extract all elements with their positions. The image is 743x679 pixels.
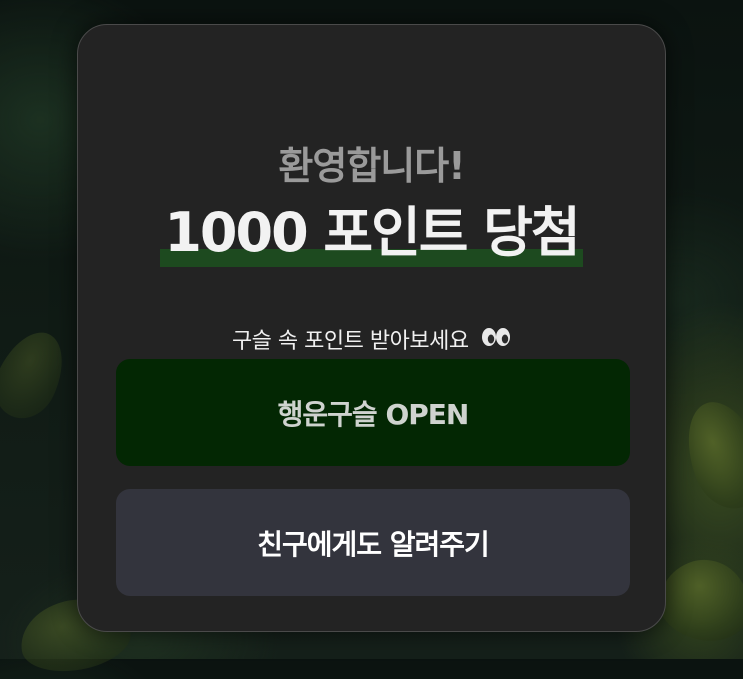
subtitle: 구슬 속 포인트 받아보세요 (78, 323, 665, 355)
background-leaf (0, 321, 77, 429)
headline-container: 1000 포인트 당첨 (78, 197, 665, 269)
subtitle-text: 구슬 속 포인트 받아보세요 (231, 329, 469, 354)
background-leaf (673, 391, 743, 519)
open-orb-button[interactable]: 행운구슬 OPEN (116, 359, 630, 466)
eyes-emoji-icon (481, 327, 511, 353)
points-headline-text: 1000 포인트 당첨 (164, 201, 580, 264)
points-headline: 1000 포인트 당첨 (160, 197, 583, 269)
share-with-friends-button[interactable]: 친구에게도 알려주기 (116, 489, 630, 596)
reward-modal: 환영합니다! 1000 포인트 당첨 구슬 속 포인트 받아보세요 행운구슬 O… (77, 24, 666, 632)
welcome-text: 환영합니다! (278, 144, 465, 188)
